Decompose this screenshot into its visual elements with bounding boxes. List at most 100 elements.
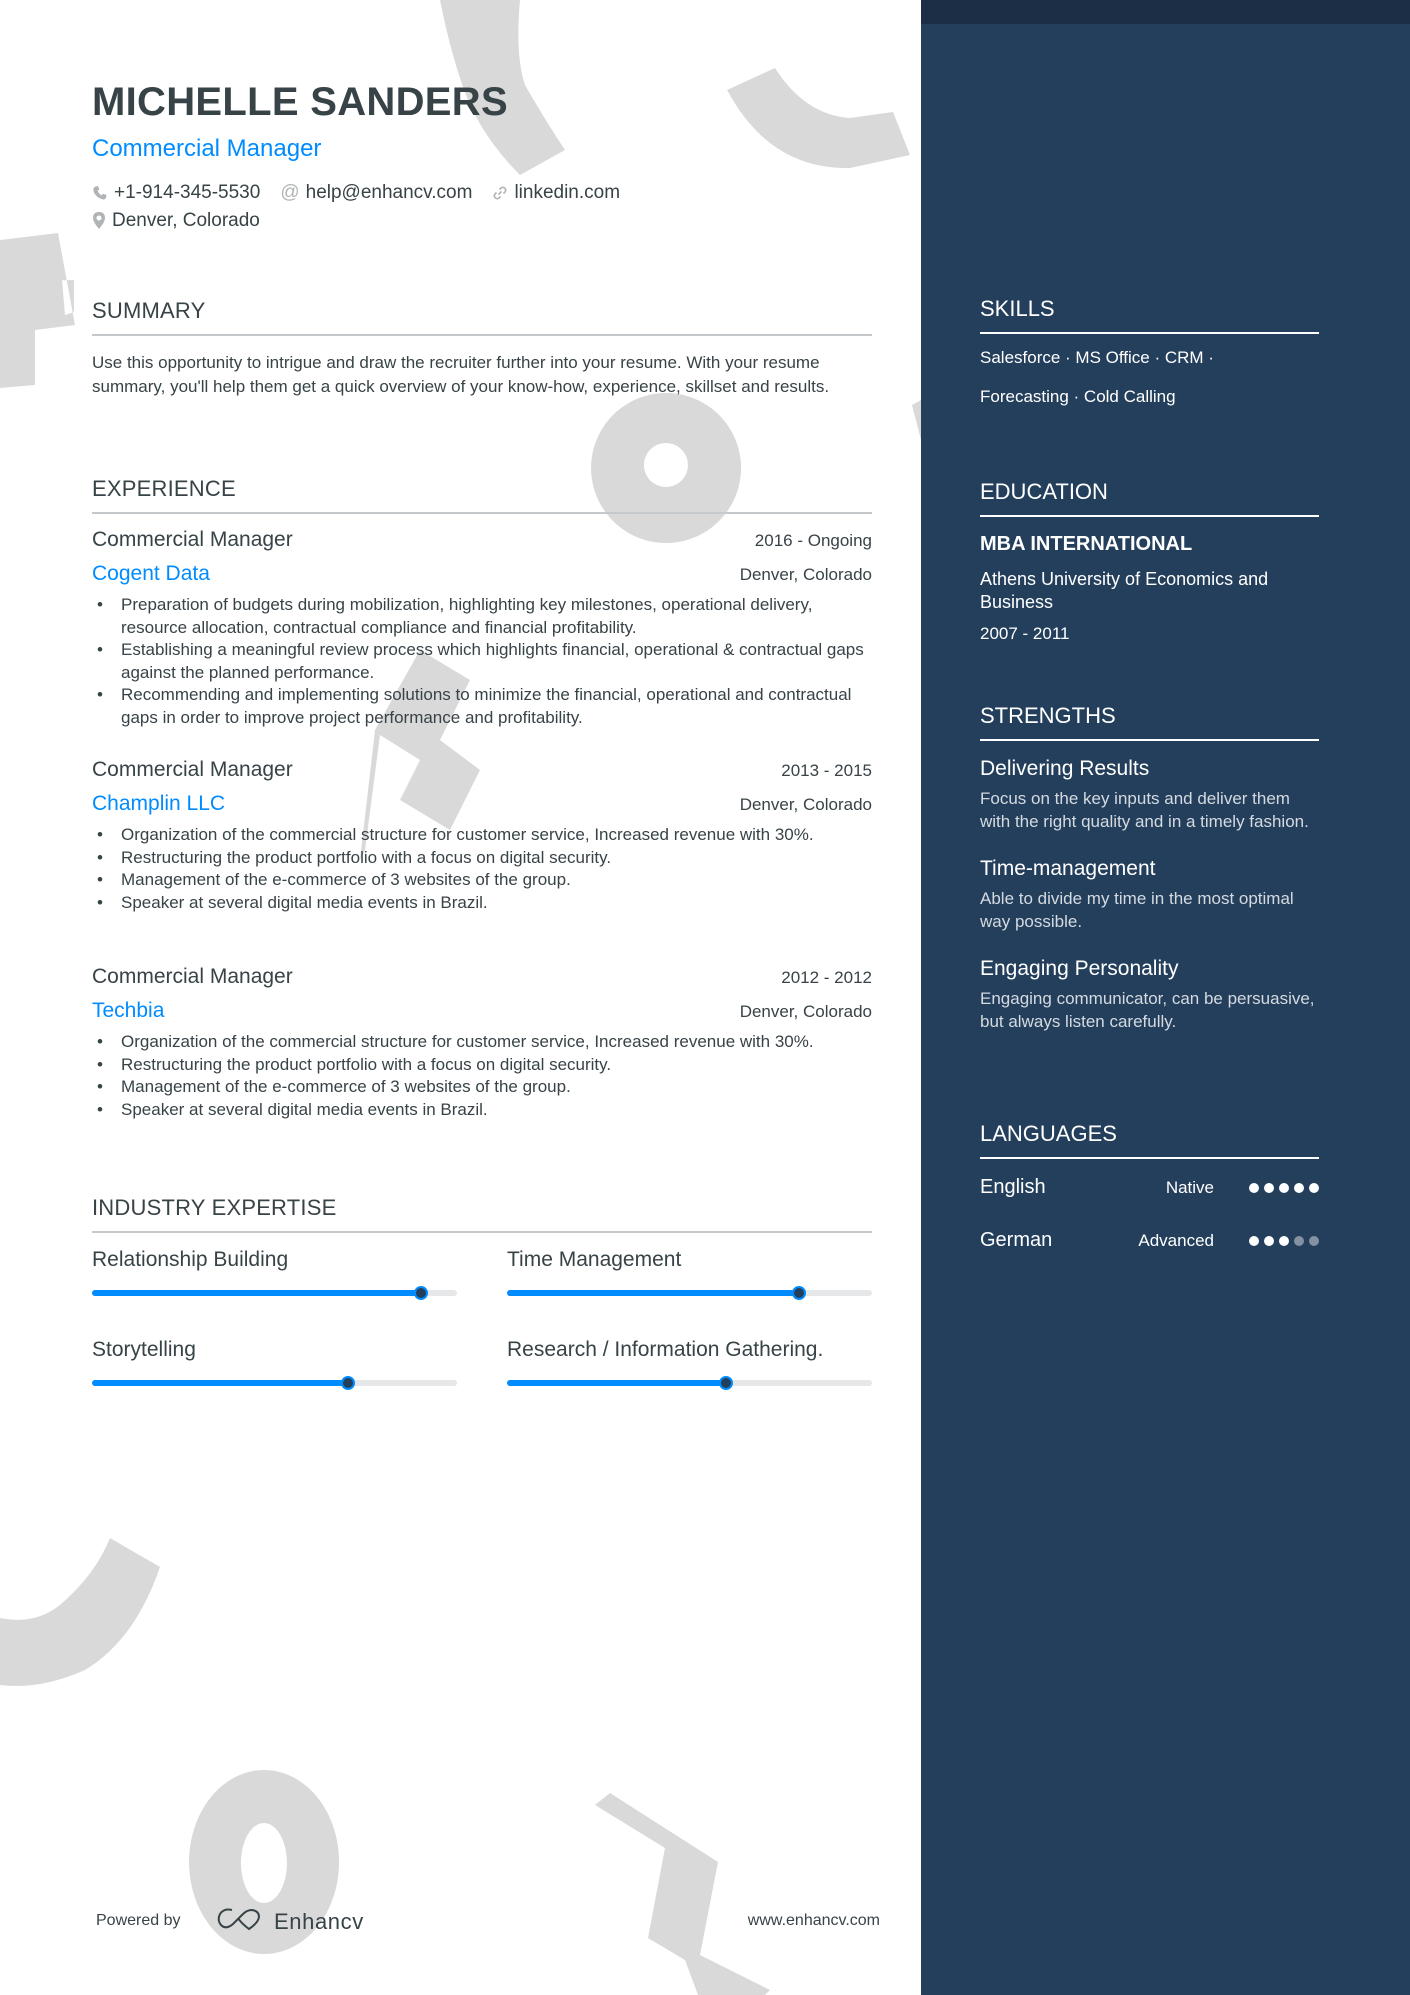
rating-dot-filled: [1249, 1182, 1259, 1193]
location-pin-icon: [92, 212, 106, 230]
candidate-name: MICHELLE SANDERS: [92, 80, 508, 124]
experience-entry: Commercial Manager 2013 - 2015 Champlin …: [92, 758, 872, 914]
strengths-divider: [980, 739, 1319, 741]
skills-divider: [980, 332, 1319, 334]
expertise-bar-knob: [413, 1286, 428, 1300]
expertise-bar-fill: [92, 1380, 348, 1386]
experience-entry: Commercial Manager 2016 - Ongoing Cogent…: [92, 528, 872, 729]
location-text: Denver, Colorado: [112, 210, 260, 231]
summary-divider: [92, 334, 872, 336]
strength-item: Delivering Results Focus on the key inpu…: [980, 757, 1319, 833]
job-company[interactable]: Techbia: [92, 999, 164, 1023]
decor-sliver-right: [912, 400, 921, 440]
at-icon: @: [280, 182, 300, 203]
language-rating: [1249, 1182, 1319, 1193]
strength-item: Time-management Able to divide my time i…: [980, 857, 1319, 933]
job-bullet: Management of the e-commerce of 3 websit…: [92, 869, 872, 892]
contact-email[interactable]: @ help@enhancv.com: [280, 182, 472, 204]
education-degree: MBA INTERNATIONAL: [980, 533, 1193, 555]
rating-dot-filled: [1264, 1182, 1274, 1193]
strengths-section: STRENGTHS Delivering Results Focus on th…: [980, 703, 1319, 1033]
job-dates: 2012 - 2012: [781, 968, 872, 987]
job-bullet: Organization of the commercial structure…: [92, 1031, 872, 1054]
strength-title: Time-management: [980, 857, 1156, 880]
expertise-item: Time Management: [507, 1248, 872, 1300]
job-bullet: Speaker at several digital media events …: [92, 1099, 872, 1122]
job-company[interactable]: Champlin LLC: [92, 792, 225, 816]
website-link[interactable]: www.enhancv.com: [748, 1912, 880, 1930]
language-level: Native: [1165, 1177, 1214, 1197]
education-dates: 2007 - 2011: [980, 624, 1070, 643]
job-bullet: Management of the e-commerce of 3 websit…: [92, 1076, 872, 1099]
education-section: EDUCATION MBA INTERNATIONAL Athens Unive…: [980, 479, 1319, 644]
expertise-label: Relationship Building: [92, 1248, 289, 1271]
job-bullet: Preparation of budgets during mobilizati…: [92, 594, 872, 639]
experience-divider: [92, 512, 872, 514]
rating-dot-empty: [1294, 1235, 1304, 1246]
strength-title: Engaging Personality: [980, 957, 1179, 980]
email-address: help@enhancv.com: [305, 182, 473, 203]
strength-description: Focus on the key inputs and deliver them…: [980, 789, 1309, 831]
job-dates: 2013 - 2015: [781, 761, 872, 780]
job-role: Commercial Manager: [92, 965, 293, 988]
expertise-item: Relationship Building: [92, 1248, 457, 1300]
education-divider: [980, 515, 1319, 517]
expertise-bar: [507, 1376, 872, 1390]
contact-link[interactable]: linkedin.com: [492, 182, 620, 204]
enhancv-brand[interactable]: Enhancv: [216, 1906, 364, 1937]
strength-description: Engaging communicator, can be persuasive…: [980, 989, 1315, 1031]
job-company[interactable]: Cogent Data: [92, 562, 210, 586]
job-bullet: Organization of the commercial structure…: [92, 824, 872, 847]
link-icon: [492, 185, 508, 201]
rating-dot-filled: [1279, 1182, 1289, 1193]
language-name: German: [980, 1229, 1053, 1251]
summary-text: Use this opportunity to intrigue and dra…: [92, 353, 830, 396]
phone-icon: [92, 185, 108, 201]
expertise-bar-knob: [792, 1286, 806, 1300]
language-item: English Native: [980, 1161, 1319, 1214]
strengths-heading: STRENGTHS: [980, 703, 1319, 743]
education-school: Athens University of Economics and Busin…: [980, 569, 1269, 612]
enhancv-logo-icon: [216, 1906, 264, 1937]
job-location: Denver, Colorado: [739, 565, 872, 584]
strength-description: Able to divide my time in the most optim…: [980, 889, 1294, 931]
rating-dot-filled: [1279, 1235, 1289, 1246]
summary-heading: SUMMARY: [92, 298, 872, 336]
languages-section: LANGUAGES English Native German Advanced: [980, 1121, 1319, 1267]
contact-phone[interactable]: +1-914-345-5530: [92, 182, 260, 204]
expertise-bar-fill: [92, 1290, 421, 1296]
decor-block-left: [0, 233, 75, 388]
expertise-bar-knob: [719, 1376, 733, 1390]
skills-line: Forecasting · Cold Calling: [980, 387, 1176, 406]
rating-dot-filled: [1294, 1182, 1304, 1193]
contact-list: +1-914-345-5530 @ help@enhancv.com linke…: [92, 182, 620, 204]
expertise-bar-fill: [507, 1290, 799, 1296]
phone-number: +1-914-345-5530: [114, 182, 261, 203]
expertise-item: Storytelling: [92, 1338, 457, 1390]
expertise-label: Research / Information Gathering.: [507, 1338, 824, 1361]
expertise-heading: INDUSTRY EXPERTISE: [92, 1195, 872, 1233]
job-bullets: Organization of the commercial structure…: [92, 1031, 872, 1121]
brand-name: Enhancv: [274, 1908, 364, 1934]
job-role: Commercial Manager: [92, 758, 293, 781]
rating-dot-filled: [1249, 1235, 1259, 1246]
languages-heading: LANGUAGES: [980, 1121, 1319, 1161]
contact-location: Denver, Colorado: [92, 210, 260, 232]
languages-divider: [980, 1157, 1319, 1159]
education-heading: EDUCATION: [980, 479, 1319, 519]
decor-arc-bottom-left: [0, 1538, 160, 1686]
expertise-divider: [92, 1231, 872, 1233]
job-location: Denver, Colorado: [739, 1002, 872, 1021]
job-location: Denver, Colorado: [739, 795, 872, 814]
job-bullet: Establishing a meaningful review process…: [92, 639, 872, 684]
sidebar-top-band: [921, 0, 1410, 24]
experience-heading: EXPERIENCE: [92, 476, 872, 514]
expertise-bar: [507, 1286, 872, 1300]
expertise-label: Storytelling: [92, 1338, 196, 1361]
expertise-bar: [92, 1286, 457, 1300]
expertise-bar-fill: [507, 1380, 726, 1386]
expertise-grid: Relationship Building Time Management St…: [92, 1248, 872, 1390]
expertise-bar-knob: [340, 1376, 355, 1390]
language-rating: [1249, 1235, 1319, 1246]
candidate-title: Commercial Manager: [92, 135, 322, 162]
